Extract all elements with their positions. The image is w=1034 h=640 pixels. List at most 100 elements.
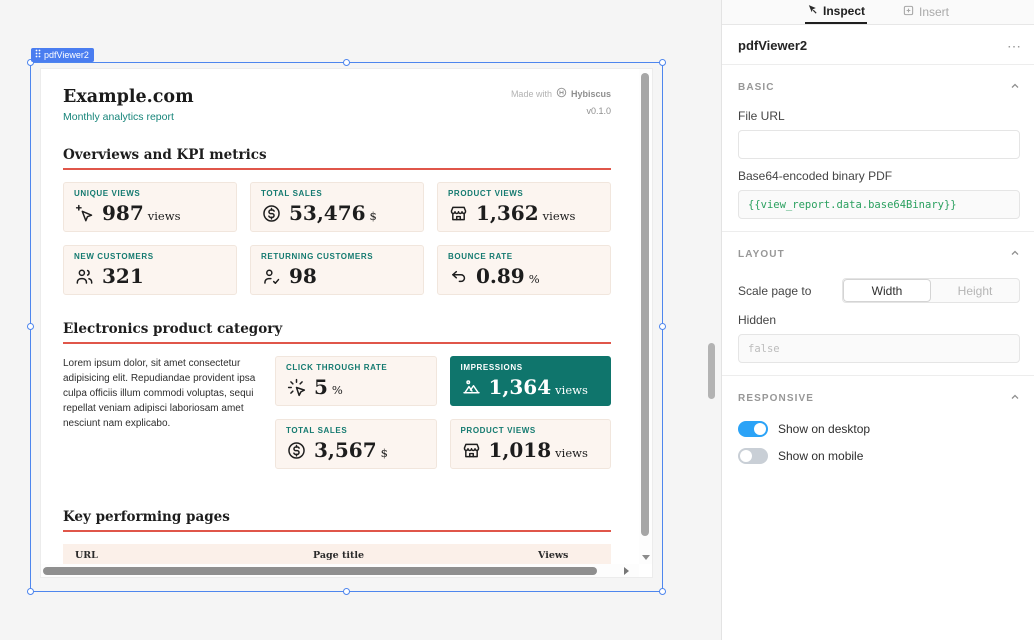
electronics-card: PRODUCT VIEWS 1,018 views bbox=[449, 419, 611, 469]
basic-section-title: BASIC bbox=[738, 81, 775, 93]
electronics-card: TOTAL SALES 3,567 $ bbox=[275, 419, 437, 469]
base64-value: {{view_report.data.base64Binary}} bbox=[748, 198, 957, 211]
layout-section-title: LAYOUT bbox=[738, 248, 785, 260]
chevron-up-icon[interactable] bbox=[1010, 389, 1020, 407]
pages-section-title: Key performing pages bbox=[63, 509, 230, 525]
electronics-paragraph: Lorem ipsum dolor, sit amet consectetur … bbox=[63, 358, 256, 429]
resize-handle-left[interactable] bbox=[27, 323, 34, 330]
inspect-cursor-icon bbox=[807, 4, 818, 18]
kpi-label: UNIQUE VIEWS bbox=[74, 189, 141, 198]
pdf-horizontal-scrollbar[interactable] bbox=[41, 564, 639, 577]
pdf-horizontal-scroll-thumb[interactable] bbox=[43, 566, 597, 575]
canvas-scrollbar-thumb[interactable] bbox=[708, 343, 715, 399]
file-url-input[interactable] bbox=[738, 130, 1020, 159]
storefront-icon bbox=[448, 203, 469, 224]
card-label: TOTAL SALES bbox=[286, 426, 348, 435]
column-url: URL bbox=[75, 550, 98, 561]
card-value: 1,364 bbox=[488, 375, 552, 399]
report-version: v0.1.0 bbox=[586, 106, 611, 116]
kpi-section-title: Overviews and KPI metrics bbox=[63, 147, 267, 163]
resize-handle-top[interactable] bbox=[342, 59, 350, 66]
drag-handle-icon[interactable] bbox=[35, 48, 41, 62]
scroll-down-arrow-icon[interactable] bbox=[642, 555, 650, 560]
kpi-card: RETURNING CUSTOMERS 98 bbox=[250, 245, 424, 295]
inspector-tabbar: Inspect Insert bbox=[722, 0, 1034, 25]
scroll-right-arrow-icon[interactable] bbox=[624, 567, 629, 575]
show-on-mobile-label: Show on mobile bbox=[778, 449, 864, 463]
tab-insert[interactable]: Insert bbox=[901, 0, 951, 24]
resize-handle-bottom[interactable] bbox=[342, 588, 350, 595]
report-site-title: Example.com bbox=[63, 87, 194, 107]
segment-height[interactable]: Height bbox=[931, 279, 1019, 302]
mountains-icon bbox=[461, 377, 482, 398]
chevron-up-icon[interactable] bbox=[1010, 78, 1020, 96]
resize-handle-top-right[interactable] bbox=[659, 59, 666, 66]
scale-segmented-control: Width Height bbox=[842, 278, 1020, 303]
storefront-icon bbox=[461, 440, 482, 461]
hidden-input[interactable]: false bbox=[738, 334, 1020, 363]
card-label: PRODUCT VIEWS bbox=[460, 426, 536, 435]
kpi-card: BOUNCE RATE 0.89% bbox=[437, 245, 611, 295]
card-value: 3,567 bbox=[314, 438, 377, 462]
component-selection-badge[interactable]: pdfViewer2 bbox=[31, 48, 94, 62]
kpi-grid: UNIQUE VIEWS 987 views TOTAL SALES 53,47… bbox=[63, 182, 611, 295]
selection-badge-label: pdfViewer2 bbox=[44, 50, 89, 60]
column-views: Views bbox=[538, 550, 569, 561]
pdf-page: Example.com Monthly analytics report Mad… bbox=[41, 69, 639, 564]
kpi-card: TOTAL SALES 53,476 $ bbox=[250, 182, 424, 232]
electronics-card-highlight: IMPRESSIONS 1,364 views bbox=[449, 356, 611, 406]
kpi-unit: $ bbox=[369, 209, 377, 223]
tab-inspect[interactable]: Inspect bbox=[804, 0, 867, 24]
editor-canvas[interactable]: pdfViewer2 Example.com Monthly analytics… bbox=[0, 0, 721, 640]
responsive-section-title: RESPONSIVE bbox=[738, 392, 815, 404]
report-subtitle: Monthly analytics report bbox=[63, 111, 174, 123]
resize-handle-bottom-right[interactable] bbox=[659, 588, 666, 595]
electronics-card-grid: CLICK THROUGH RATE 5% IMPRESSIONS 1,364 … bbox=[275, 356, 611, 469]
hidden-value: false bbox=[748, 342, 780, 355]
users-icon bbox=[74, 266, 95, 287]
resize-handle-right[interactable] bbox=[659, 323, 666, 330]
show-on-mobile-toggle[interactable] bbox=[738, 448, 768, 464]
kpi-value: 98 bbox=[289, 264, 317, 288]
report-header: Example.com Monthly analytics report Mad… bbox=[63, 87, 611, 123]
tab-insert-label: Insert bbox=[919, 5, 950, 19]
base64-input[interactable]: {{view_report.data.base64Binary}} bbox=[738, 190, 1020, 219]
show-on-desktop-label: Show on desktop bbox=[778, 422, 871, 436]
kpi-label: NEW CUSTOMERS bbox=[74, 252, 154, 261]
overflow-menu-icon[interactable]: ⋯ bbox=[1007, 39, 1022, 53]
column-page-title: Page title bbox=[313, 550, 365, 561]
resize-handle-bottom-left[interactable] bbox=[27, 588, 34, 595]
kpi-unit: % bbox=[528, 272, 540, 286]
user-check-icon bbox=[261, 266, 282, 287]
kpi-unit: views bbox=[147, 209, 181, 223]
segment-width[interactable]: Width bbox=[843, 279, 931, 302]
kpi-label: TOTAL SALES bbox=[261, 189, 323, 198]
dollar-coin-icon bbox=[261, 203, 282, 224]
section-rule bbox=[63, 168, 611, 170]
card-value: 5 bbox=[314, 375, 328, 399]
card-unit: views bbox=[555, 383, 588, 397]
pdf-viewer-component[interactable]: Example.com Monthly analytics report Mad… bbox=[40, 68, 653, 578]
section-rule bbox=[63, 342, 611, 344]
kpi-card: UNIQUE VIEWS 987 views bbox=[63, 182, 237, 232]
pdf-vertical-scrollbar[interactable] bbox=[639, 69, 652, 564]
card-label: CLICK THROUGH RATE bbox=[286, 363, 388, 372]
component-name: pdfViewer2 bbox=[738, 38, 808, 53]
show-on-desktop-toggle[interactable] bbox=[738, 421, 768, 437]
toggle-knob bbox=[754, 423, 766, 435]
section-rule bbox=[63, 530, 611, 532]
insert-plus-icon bbox=[903, 5, 914, 19]
card-unit: views bbox=[555, 446, 588, 460]
scale-page-label: Scale page to bbox=[738, 283, 812, 298]
kpi-label: BOUNCE RATE bbox=[448, 252, 513, 261]
tap-rays-icon bbox=[286, 377, 307, 398]
made-with-label: Made with bbox=[510, 88, 552, 99]
pdf-vertical-scroll-thumb[interactable] bbox=[641, 73, 649, 536]
chevron-up-icon[interactable] bbox=[1010, 245, 1020, 263]
kpi-label: PRODUCT VIEWS bbox=[448, 189, 524, 198]
kpi-value: 1,362 bbox=[476, 201, 539, 225]
inspector-panel: Inspect Insert pdfViewer2 ⋯ BASIC File U… bbox=[721, 0, 1034, 640]
electronics-card: CLICK THROUGH RATE 5% bbox=[275, 356, 437, 406]
dollar-coin-icon bbox=[286, 440, 307, 461]
file-url-label: File URL bbox=[738, 109, 785, 123]
